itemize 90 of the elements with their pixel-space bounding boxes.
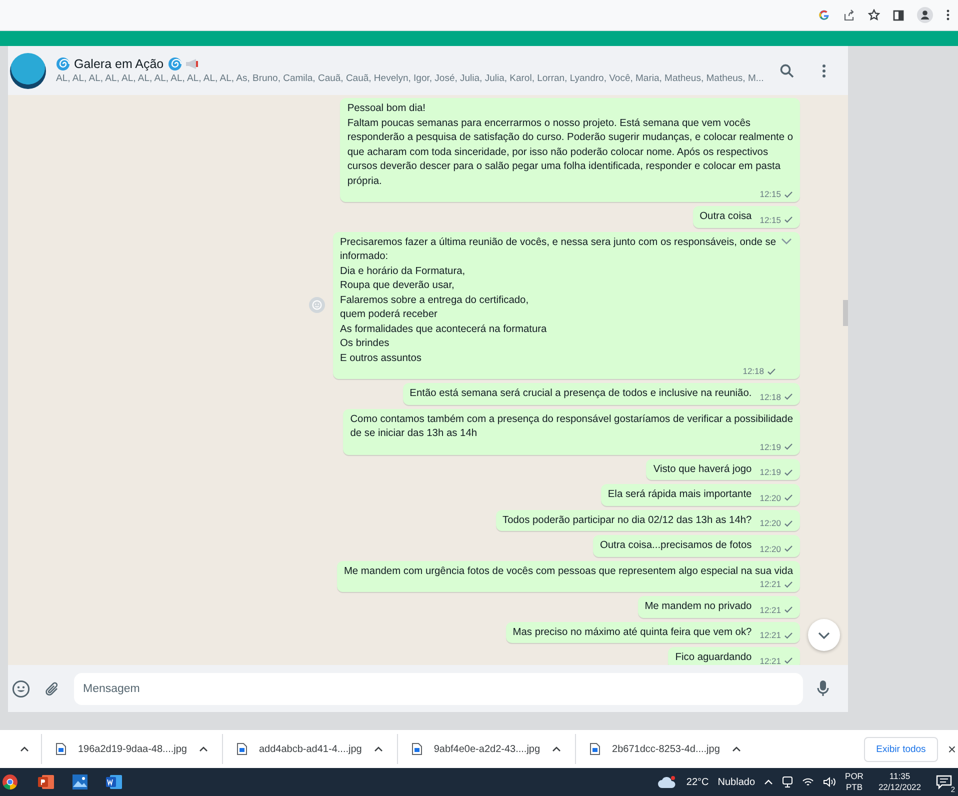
keyboard-layout-label[interactable]: PTB [846,782,862,793]
check-icon [784,657,793,664]
speaker-icon[interactable] [823,777,836,787]
check-icon [784,216,793,223]
chevron-down-icon [818,632,830,638]
message-time: 12:21 [760,656,781,665]
message-time: 12:20 [760,518,781,528]
notification-icon[interactable] [936,774,952,790]
show-all-button[interactable]: Exibir todos [864,736,938,762]
message-text: Ela será rápida mais importante [608,488,752,502]
menu-icon[interactable] [946,9,950,21]
close-button[interactable]: × [938,741,958,757]
download-filename[interactable]: 2b671dcc-8253-4d....jpg [612,744,720,754]
download-filename[interactable]: 9abf4e0e-a2d2-43....jpg [434,744,540,754]
document-app-icon[interactable] [105,774,123,790]
image-file-icon [590,743,600,755]
megaphone-icon [184,58,199,70]
message-text: Fico aguardando [675,651,752,665]
presentation-app-icon[interactable] [37,774,55,790]
message-time: 12:21 [760,630,781,640]
download-filename[interactable]: add4abcb-ad41-4....jpg [258,744,362,754]
message-text: Todos poderão participar no dia 02/12 das 13h as 14h? [502,514,752,528]
image-file-icon [236,743,247,755]
image-file-icon [412,743,422,755]
microphone-icon[interactable] [817,680,829,697]
check-icon [784,545,793,552]
message-time: 12:20 [760,492,781,502]
group-avatar[interactable] [10,52,46,88]
message-time: 12:15 [760,189,781,199]
message-time: 12:21 [760,604,781,614]
message-time: 12:20 [760,544,781,554]
message-time: 12:21 [760,579,781,589]
download-filename[interactable]: 196a2d19-9daa-48....jpg [78,744,187,754]
clock-time[interactable]: 11:35 [889,771,910,782]
browser-icon[interactable] [2,774,18,790]
message-text: Precisaremos fazer a última reunião de vocês, e nessa sera junto com os responsáveis, onde se informado: Dia e horário da Formatura, Roupa que deverão usar, Falaremos sobre a entrega do certificado, quem poderá receber As formalidades que acontecerá na formatura Os brindes E outros assuntos [340,236,776,366]
message-time: 12:19 [760,442,781,452]
google-icon[interactable] [818,9,830,21]
caret-up-icon[interactable] [732,746,741,752]
cloud-icon[interactable] [657,775,678,789]
message-text: Como contamos também com a presença do responsável gostaríamos de verificar a possibilidade de se iniciar das 13h as 14h [350,412,793,441]
spiral-icon [168,57,182,71]
message-time: 12:18 [742,366,764,376]
message-text: Pessoal bom dia! Faltam poucas semanas para encerrarmos o nosso projeto. Está semana que vem vocês responderão a pesquisa de satisfação do curso. Poderão sugerir mudanças, e colocar realmente o que acharam com toda sinceridade, por isso não poderão colocar nome. Após os respectivos cursos deverão descer para o salão pegar uma folha identificada, responder e colocar em pasta própria. [347,102,793,188]
language-label[interactable]: POR [845,771,864,782]
menu-icon[interactable] [822,64,826,78]
message-text: Visto que haverá jogo [653,462,752,476]
weather-label: Nublado [718,776,756,788]
check-icon [784,606,793,613]
chevron-down-icon[interactable] [781,238,792,244]
check-icon [784,468,793,476]
search-icon[interactable] [780,64,794,78]
spiral-icon [56,57,70,71]
image-file-icon [56,743,66,755]
message-text: Outra coisa [700,210,752,224]
caret-up-icon[interactable] [198,746,208,752]
profile-icon[interactable] [917,7,933,23]
check-icon [784,632,793,638]
check-icon [767,368,776,374]
clock-date[interactable]: 22/12/2022 [878,782,921,793]
caret-up-icon[interactable] [20,746,29,752]
message-time: 12:18 [760,392,781,402]
temperature-label: 22°C [686,776,709,788]
paperclip-icon[interactable] [44,680,60,696]
share-icon[interactable] [843,9,855,21]
check-icon [784,393,793,400]
message-time: 12:19 [760,467,781,477]
scrollbar-thumb[interactable] [843,300,848,326]
check-icon [784,580,793,588]
group-title: Galera em Ação [74,57,164,71]
message-text: Então está semana será crucial a presença de todos e inclusive na reunião. [410,387,752,401]
check-icon [784,190,793,198]
caret-up-icon[interactable] [552,746,562,752]
message-text: Outra coisa...precisamos de fotos [600,539,752,553]
side-panel-icon[interactable] [893,10,904,20]
message-text: Mas preciso no máximo até quinta feira que vem ok? [512,626,752,640]
member-list: AL, AL, AL, AL, AL, AL, AL, AL, AL, AL, AL, As, Bruno, Camila, Cauã, Cauã, Hevelyn, Igor, José, Julia, Julia, Karol, Lorran, Lyandro, Você, Maria, Matheus, Matheus, M... [56,73,770,84]
photos-app-icon[interactable] [72,774,88,790]
message-input[interactable]: Mensagem [74,672,803,704]
message-text: Me mandem com urgência fotos de vocês com pessoas que representem algo especial na sua vida [344,564,793,578]
check-icon [784,494,793,501]
scroll-down-button[interactable] [808,619,840,651]
check-icon [784,443,793,450]
star-icon[interactable] [868,9,880,21]
message-time: 12:15 [760,214,781,224]
message-text: Me mandem no privado [644,600,752,614]
caret-up-icon[interactable] [374,746,383,752]
emoji-icon[interactable] [12,680,30,698]
wifi-icon[interactable] [802,777,814,787]
check-icon [784,520,793,526]
